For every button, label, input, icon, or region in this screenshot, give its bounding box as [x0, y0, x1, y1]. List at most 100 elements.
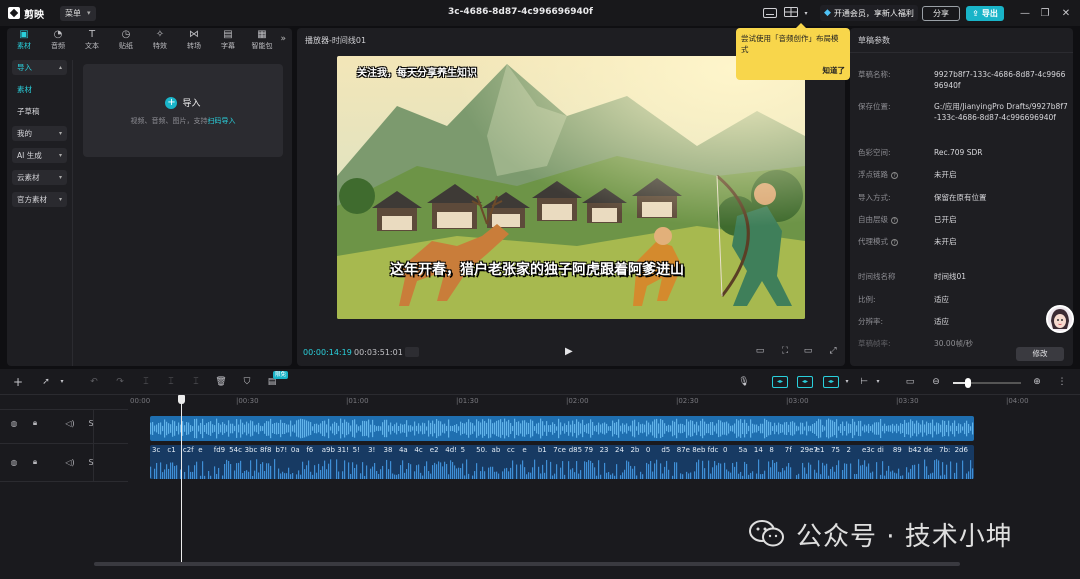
marker-icon[interactable]: ⛉: [241, 376, 253, 388]
audio-track-icon[interactable]: ◍: [8, 419, 20, 428]
side-item-sub-draft[interactable]: 子草稿: [12, 104, 67, 119]
waveform-bar: [850, 463, 852, 479]
speaker-icon[interactable]: ◁): [64, 458, 76, 467]
edit-button[interactable]: 修改: [1016, 347, 1064, 361]
tabs-more-icon[interactable]: »: [280, 34, 286, 44]
time-ruler[interactable]: 00:00 |00:30 |01:00 |01:30 |02:00 |02:30…: [128, 395, 1068, 409]
help-icon[interactable]: ?: [891, 239, 898, 246]
import-dropzone[interactable]: + 导入 视频、音频、图片，支持扫码导入: [83, 64, 283, 157]
audio-clip-main[interactable]: [150, 416, 974, 441]
tab-transition[interactable]: ⋈ 转场: [177, 28, 211, 52]
side-item-cloud-media[interactable]: 云素材 ▾: [12, 170, 67, 185]
waveform-bar: [420, 472, 422, 479]
waveform-bar: [614, 475, 616, 479]
linkage-icon[interactable]: ◂▸: [823, 376, 839, 388]
minimize-icon[interactable]: —: [1018, 6, 1032, 20]
waveform-bar: [748, 425, 750, 432]
import-button[interactable]: + 导入: [83, 96, 283, 109]
video-preview[interactable]: 关注我，每天分享养生知识 这年开春，猎户老张家的独子阿虎跟着阿爹进山: [337, 56, 805, 319]
audio-clip-segments[interactable]: 3c c1 c2f e fd9 54c 3bc 8f8 b7! 0a f6 a9b 31! 5! 3! 38 4…: [150, 445, 974, 479]
waveform-bar: [272, 423, 274, 434]
cursor-select-icon[interactable]: ➚: [40, 376, 52, 388]
layout-chevron-icon[interactable]: ▾: [798, 5, 814, 21]
split-left-icon[interactable]: ⌶: [165, 376, 177, 388]
waveform-bar: [830, 469, 832, 479]
main-track-magnet-icon[interactable]: ◂▸: [772, 376, 788, 388]
timecode-toggle-icon[interactable]: [405, 347, 419, 357]
assistant-avatar[interactable]: [1046, 305, 1074, 333]
tab-subtitle[interactable]: ▤ 字幕: [211, 28, 245, 52]
ratio-icon[interactable]: ▭: [800, 346, 816, 358]
tab-effects[interactable]: ✧ 特效: [143, 28, 177, 52]
solo-toggle[interactable]: S: [85, 458, 97, 467]
waveform-bar: [672, 420, 674, 437]
waveform-bar: [946, 424, 948, 433]
playhead-handle[interactable]: [178, 395, 185, 404]
close-icon[interactable]: ✕: [1059, 6, 1073, 20]
tab-sticker[interactable]: ◷ 贴纸: [109, 28, 143, 52]
select-chevron-icon[interactable]: ▾: [56, 376, 68, 388]
waveform-bar: [934, 460, 936, 479]
redo-icon[interactable]: ↷: [114, 376, 126, 388]
export-button[interactable]: ⇪ 导出: [966, 6, 1004, 21]
split-right-icon[interactable]: ⌶: [190, 376, 202, 388]
side-item-media[interactable]: 素材: [12, 82, 67, 97]
auto-snap-icon[interactable]: ◂▸: [797, 376, 813, 388]
fit-icon[interactable]: ⛶: [777, 346, 793, 358]
zoom-in-icon[interactable]: ⊕: [1031, 376, 1043, 388]
waveform-bar: [890, 471, 892, 479]
zoom-out-icon[interactable]: ⊖: [930, 376, 942, 388]
side-item-import[interactable]: 导入 ▴: [12, 60, 67, 75]
shortcut-keyboard-icon[interactable]: [762, 5, 778, 21]
help-icon[interactable]: ?: [891, 217, 898, 224]
preview-axis-icon[interactable]: ⊢: [858, 376, 870, 388]
side-item-ai-generate[interactable]: AI 生成 ▾: [12, 148, 67, 163]
screen-icon[interactable]: ▭: [904, 376, 916, 388]
side-item-mine[interactable]: 我的 ▾: [12, 126, 67, 141]
tab-audio[interactable]: ◔ 音频: [41, 28, 75, 52]
share-button[interactable]: 分享: [922, 6, 960, 21]
zoom-slider[interactable]: [953, 378, 1021, 388]
scan-import-link[interactable]: 扫码导入: [208, 117, 236, 125]
waveform-bar: [174, 465, 176, 479]
playhead[interactable]: [181, 395, 182, 565]
waveform-bar: [642, 474, 644, 479]
waveform-bar: [784, 422, 786, 435]
zoom-knob[interactable]: [964, 378, 971, 388]
waveform-bar: [512, 460, 514, 479]
help-icon[interactable]: ?: [891, 172, 898, 179]
speaker-icon[interactable]: ◁): [64, 419, 76, 428]
waveform-bar: [230, 464, 232, 479]
axis-chevron-icon[interactable]: ▾: [872, 376, 884, 388]
microphone-icon[interactable]: 🎙: [738, 376, 750, 388]
tab-media[interactable]: ▣ 素材: [7, 28, 41, 52]
more-options-icon[interactable]: ⋮: [1056, 376, 1068, 388]
solo-toggle[interactable]: S: [85, 419, 97, 428]
delete-icon[interactable]: 🗑: [215, 376, 227, 388]
restore-icon[interactable]: ❐: [1038, 6, 1052, 20]
side-item-official-media[interactable]: 官方素材 ▾: [12, 192, 67, 207]
aspect-preview-icon[interactable]: ▭: [752, 346, 768, 358]
menu-button[interactable]: 菜单 ▾: [60, 5, 96, 21]
lock-icon[interactable]: 🔒︎: [29, 457, 41, 467]
play-icon[interactable]: ▶: [565, 346, 577, 358]
undo-icon[interactable]: ↶: [88, 376, 100, 388]
waveform-bar: [888, 465, 890, 479]
fullscreen-icon[interactable]: ⤢: [825, 346, 841, 358]
waveform-bar: [572, 420, 574, 437]
waveform-bar: [318, 424, 320, 433]
tab-smart-pack[interactable]: ▦ 智能包: [245, 28, 279, 52]
got-it-button[interactable]: 知道了: [823, 65, 846, 76]
tab-text[interactable]: T 文本: [75, 28, 109, 52]
lock-icon[interactable]: 🔒︎: [29, 418, 41, 428]
waveform-bar: [836, 465, 838, 479]
audio-track-icon[interactable]: ◍: [8, 458, 20, 467]
waveform-bar: [590, 460, 592, 479]
timeline-scrollbar[interactable]: [94, 562, 960, 566]
waveform-bar: [268, 421, 270, 436]
waveform-bar: [686, 471, 688, 479]
linkage-chevron-icon[interactable]: ▾: [841, 376, 853, 388]
split-icon[interactable]: ⌶: [140, 376, 152, 388]
vip-button[interactable]: ◆ 开通会员，享新人福利: [820, 5, 918, 21]
add-track-icon[interactable]: +: [12, 376, 24, 388]
